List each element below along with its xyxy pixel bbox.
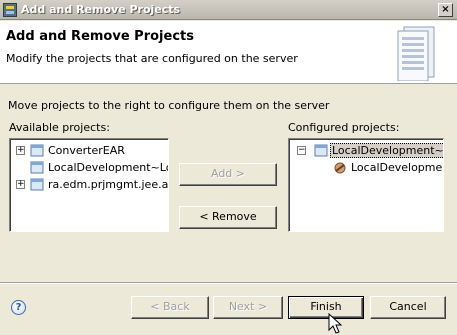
server-banner-icon bbox=[397, 26, 435, 81]
finish-button[interactable]: Finish bbox=[288, 296, 364, 319]
page-title: Add and Remove Projects bbox=[6, 29, 194, 44]
collapse-icon[interactable]: − bbox=[297, 146, 306, 155]
available-projects-label: Available projects: bbox=[9, 121, 110, 134]
project-label: ra.edm.prjmgmt.jee.ap bbox=[48, 178, 169, 191]
available-projects-list[interactable]: + ConverterEAR LocalDevelopment~Loca + r… bbox=[9, 138, 169, 232]
help-icon[interactable]: ? bbox=[11, 300, 26, 315]
app-icon bbox=[3, 3, 17, 17]
mouse-cursor-icon bbox=[328, 313, 343, 334]
cancel-button[interactable]: Cancel bbox=[370, 296, 446, 319]
expand-icon[interactable]: + bbox=[16, 180, 25, 189]
project-label: LocalDevelopment~Loc bbox=[330, 143, 443, 158]
project-label: LocalDevelopment~ bbox=[351, 161, 443, 174]
add-button[interactable]: Add > bbox=[179, 163, 277, 186]
window-title: Add and Remove Projects bbox=[21, 3, 181, 16]
close-button[interactable]: × bbox=[438, 3, 453, 17]
title-bar: Add and Remove Projects × bbox=[0, 0, 457, 20]
project-label: ConverterEAR bbox=[48, 144, 125, 157]
ear-project-icon bbox=[30, 161, 44, 174]
next-button[interactable]: Next > bbox=[213, 296, 283, 319]
wizard-header: Add and Remove Projects Modify the proje… bbox=[0, 21, 457, 84]
ear-project-icon bbox=[30, 144, 44, 157]
configured-projects-label: Configured projects: bbox=[288, 121, 400, 134]
expand-icon[interactable]: + bbox=[16, 146, 25, 155]
ear-project-icon bbox=[314, 144, 328, 157]
ear-project-icon bbox=[30, 178, 44, 191]
back-button[interactable]: < Back bbox=[131, 296, 209, 319]
configured-projects-list[interactable]: − LocalDevelopment~Loc LocalDevelopment~ bbox=[288, 138, 444, 232]
page-description: Modify the projects that are configured … bbox=[6, 52, 298, 65]
footer-separator bbox=[0, 282, 457, 284]
remove-button[interactable]: < Remove bbox=[179, 206, 277, 229]
instructions-text: Move projects to the right to configure … bbox=[8, 99, 330, 112]
project-label: LocalDevelopment~Loca bbox=[48, 161, 168, 174]
module-icon bbox=[334, 162, 346, 174]
